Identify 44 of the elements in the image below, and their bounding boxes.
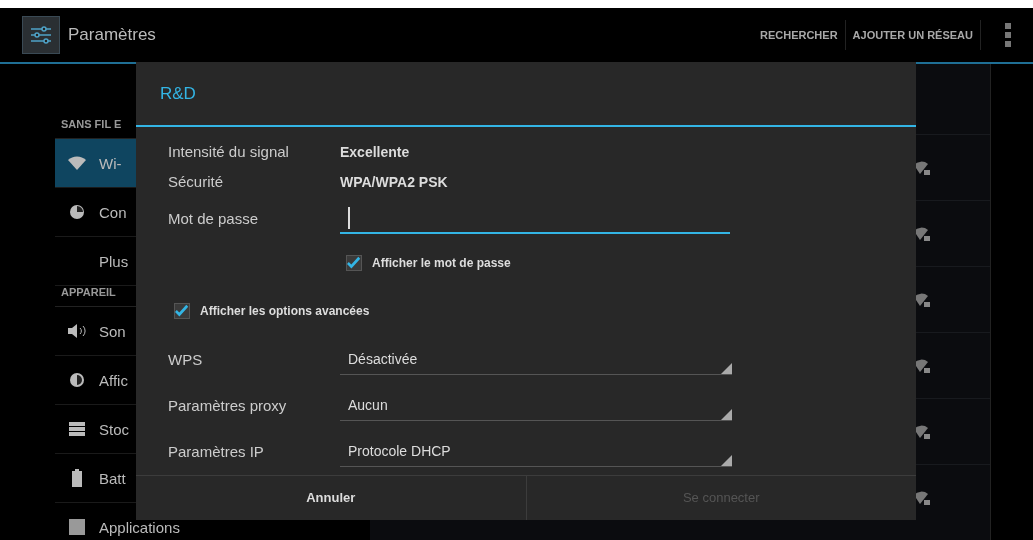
checkbox[interactable] [346, 254, 362, 271]
sidebar-label: Plus [99, 252, 129, 270]
action-button[interactable]: RECHERCHER [752, 21, 845, 49]
wifi-lock-icon[interactable] [914, 490, 930, 505]
sidebar-label: Stoc [99, 420, 129, 438]
pie-chart-icon [67, 204, 87, 220]
app-title: Paramètres [68, 25, 156, 45]
wifi-lock-icon[interactable] [914, 358, 930, 373]
sidebar-label: Affic [99, 371, 128, 389]
storage-icon [67, 422, 87, 436]
wifi-lock-icon[interactable] [914, 160, 930, 175]
wifi-lock-icon[interactable] [914, 226, 930, 241]
settings-app-icon[interactable] [22, 16, 60, 54]
dropdown[interactable]: Protocole DHCP [340, 436, 732, 467]
field-label: Mot de passe [168, 210, 260, 228]
action-button[interactable]: AJOUTER UN RÉSEAU [845, 21, 980, 49]
field-label: Intensité du signal [168, 143, 290, 161]
dropdown[interactable]: Aucun [340, 390, 732, 421]
apps-icon [67, 519, 87, 535]
speaker-icon [67, 323, 87, 339]
overflow-menu-icon[interactable] [1005, 23, 1011, 47]
dropdown-arrow-icon [721, 408, 732, 420]
wifi-lock-icon[interactable] [914, 424, 930, 439]
field-label: Sécurité [168, 173, 225, 191]
field-label: Paramètres proxy [168, 397, 288, 415]
field-label: WPS [168, 351, 204, 369]
sidebar-label: Con [99, 203, 127, 221]
wifi-icon [67, 156, 87, 170]
sidebar-label: Batt [99, 469, 126, 487]
checkbox[interactable] [174, 302, 190, 319]
dropdown-arrow-icon [721, 454, 732, 466]
dropdown-arrow-icon [721, 362, 732, 374]
field-label: Paramètres IP [168, 443, 265, 461]
show-password-checkbox[interactable]: Afficher le mot de passe [346, 254, 511, 271]
brightness-icon [67, 372, 87, 388]
sidebar-label: Applications [99, 518, 180, 536]
field-value: Excellente [340, 143, 410, 160]
dropdown[interactable]: Désactivée [340, 344, 732, 375]
dialog-title: R&D [159, 83, 197, 105]
field-value: WPA/WPA2 PSK [340, 173, 448, 190]
sidebar-label: Son [99, 322, 126, 340]
sidebar-label: Wi- [99, 154, 122, 172]
dialog-button[interactable]: Annuler [136, 475, 526, 520]
wifi-lock-icon[interactable] [914, 292, 930, 307]
